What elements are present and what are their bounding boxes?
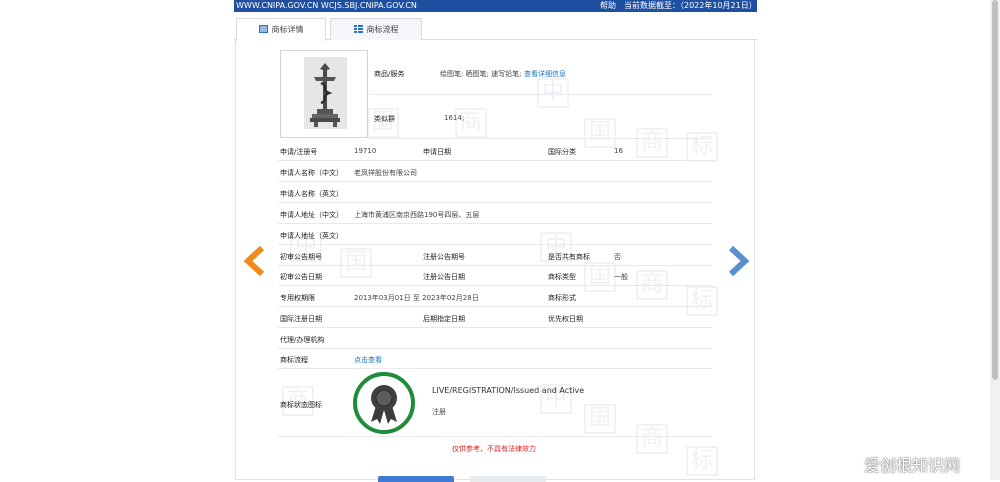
prelim-no-label: 初审公告期号 [280, 253, 322, 261]
goods-label: 商品/服务 [374, 70, 405, 78]
status-en: LIVE/REGISTRATION/Issued and Active [432, 386, 585, 395]
top-bar: WWW.CNIPA.GOV.CN WCJS.SBJ.CNIPA.GOV.CN 帮… [234, 0, 757, 12]
status-cn: 注册 [432, 408, 446, 416]
trademark-picture [304, 57, 347, 129]
watermark: 商 [636, 424, 668, 454]
address-en-label: 申请人地址（英文） [280, 232, 343, 240]
flow-icon [353, 25, 363, 33]
priority-date-label: 优先权日期 [548, 315, 583, 323]
divider [278, 265, 712, 266]
divider [278, 160, 712, 161]
mark-type-value: 一般 [614, 273, 628, 281]
site-domains: WWW.CNIPA.GOV.CN WCJS.SBJ.CNIPA.GOV.CN [236, 1, 417, 10]
prelim-date-label: 初审公告日期 [280, 273, 322, 281]
divider [278, 181, 712, 182]
trademark-image[interactable] [280, 50, 368, 138]
goods-value: 绘图笔; 晒图笔; 速写铅笔; [440, 70, 522, 78]
watermark: 标 [686, 446, 718, 476]
divider [370, 138, 712, 139]
intl-class-value: 16 [614, 147, 623, 155]
reg-pub-date-label: 注册公告日期 [423, 273, 465, 281]
watermark: 商 [455, 108, 487, 138]
divider [278, 285, 712, 286]
watermark: 中 [537, 78, 569, 108]
divider [278, 327, 712, 328]
divider [278, 223, 712, 224]
secondary-action-button[interactable] [470, 476, 546, 482]
arrow-left-icon[interactable] [244, 246, 266, 276]
mark-form-label: 商标形式 [548, 294, 576, 302]
mark-type-label: 商标类型 [548, 273, 576, 281]
page-scrollbar[interactable] [990, 0, 1000, 480]
reg-no-label: 申请/注册号 [280, 148, 318, 156]
address-cn-value: 上海市黄浦区南京西路190号四层、五层 [354, 211, 480, 219]
applicant-cn-label: 申请人名称（中文） [280, 169, 343, 177]
watermark: 商 [636, 128, 668, 158]
goods-more-link[interactable]: 查看详细信息 [524, 69, 566, 79]
watermark: 标 [686, 286, 718, 316]
watermark: 国 [340, 248, 372, 278]
status-icon-label: 商标状态图标 [280, 401, 322, 409]
tab-label: 商标详情 [271, 25, 304, 34]
process-view-link[interactable]: 点击查看 [354, 355, 382, 365]
watermark: 国 [584, 118, 616, 148]
similar-group-label: 类似群 [374, 115, 395, 123]
list-icon [258, 25, 268, 33]
exclusive-term-label: 专用权期限 [280, 294, 315, 302]
watermark: 国 [584, 262, 616, 292]
divider [278, 436, 712, 437]
address-cn-label: 申请人地址（中文） [280, 211, 343, 219]
reg-no-value: 19710 [354, 147, 377, 155]
divider [370, 94, 712, 95]
primary-action-button[interactable] [378, 476, 454, 482]
intl-class-label: 国际分类 [548, 148, 576, 156]
arrow-right-icon[interactable] [727, 246, 749, 276]
similar-group-value: 1614; [444, 114, 465, 122]
applicant-cn-value: 老凤祥股份有限公司 [354, 169, 417, 177]
tab-label: 商标流程 [366, 25, 399, 34]
shared-mark-label: 是否共有商标 [548, 253, 590, 261]
status-badge [353, 372, 415, 434]
award-ribbon-icon [371, 385, 397, 424]
pillar-emblem-icon [304, 57, 347, 129]
watermark: 国 [584, 404, 616, 434]
exclusive-term-value: 2013年03月01日 至 2023年02月28日 [354, 294, 479, 302]
app-date-label: 申请日期 [423, 148, 451, 156]
intl-reg-date-label: 国际注册日期 [280, 315, 322, 323]
agent-label: 代理/办理机构 [280, 336, 325, 344]
divider [278, 368, 712, 369]
tab-trademark-detail[interactable]: 商标详情 [236, 18, 326, 41]
shared-mark-value: 否 [614, 253, 621, 261]
scrollbar-thumb[interactable] [992, 0, 998, 380]
divider [278, 244, 712, 245]
divider [278, 202, 712, 203]
later-designation-label: 后期指定日期 [423, 315, 465, 323]
tab-trademark-process[interactable]: 商标流程 [330, 18, 422, 40]
applicant-en-label: 申请人名称（英文） [280, 190, 343, 198]
tab-bar: 商标详情 商标流程 [234, 18, 757, 41]
process-label: 商标流程 [280, 356, 308, 364]
site-logo: 爱创根知识网 [864, 456, 961, 475]
data-as-of: 当前数据截至：（2022年10月21日） [624, 1, 757, 10]
reg-pub-no-label: 注册公告期号 [423, 253, 465, 261]
watermark: 标 [686, 132, 718, 162]
divider [278, 348, 712, 349]
divider [278, 306, 712, 307]
disclaimer: 仅供参考，不具有法律效力 [452, 445, 536, 453]
help-link[interactable]: 帮助 [600, 0, 616, 12]
